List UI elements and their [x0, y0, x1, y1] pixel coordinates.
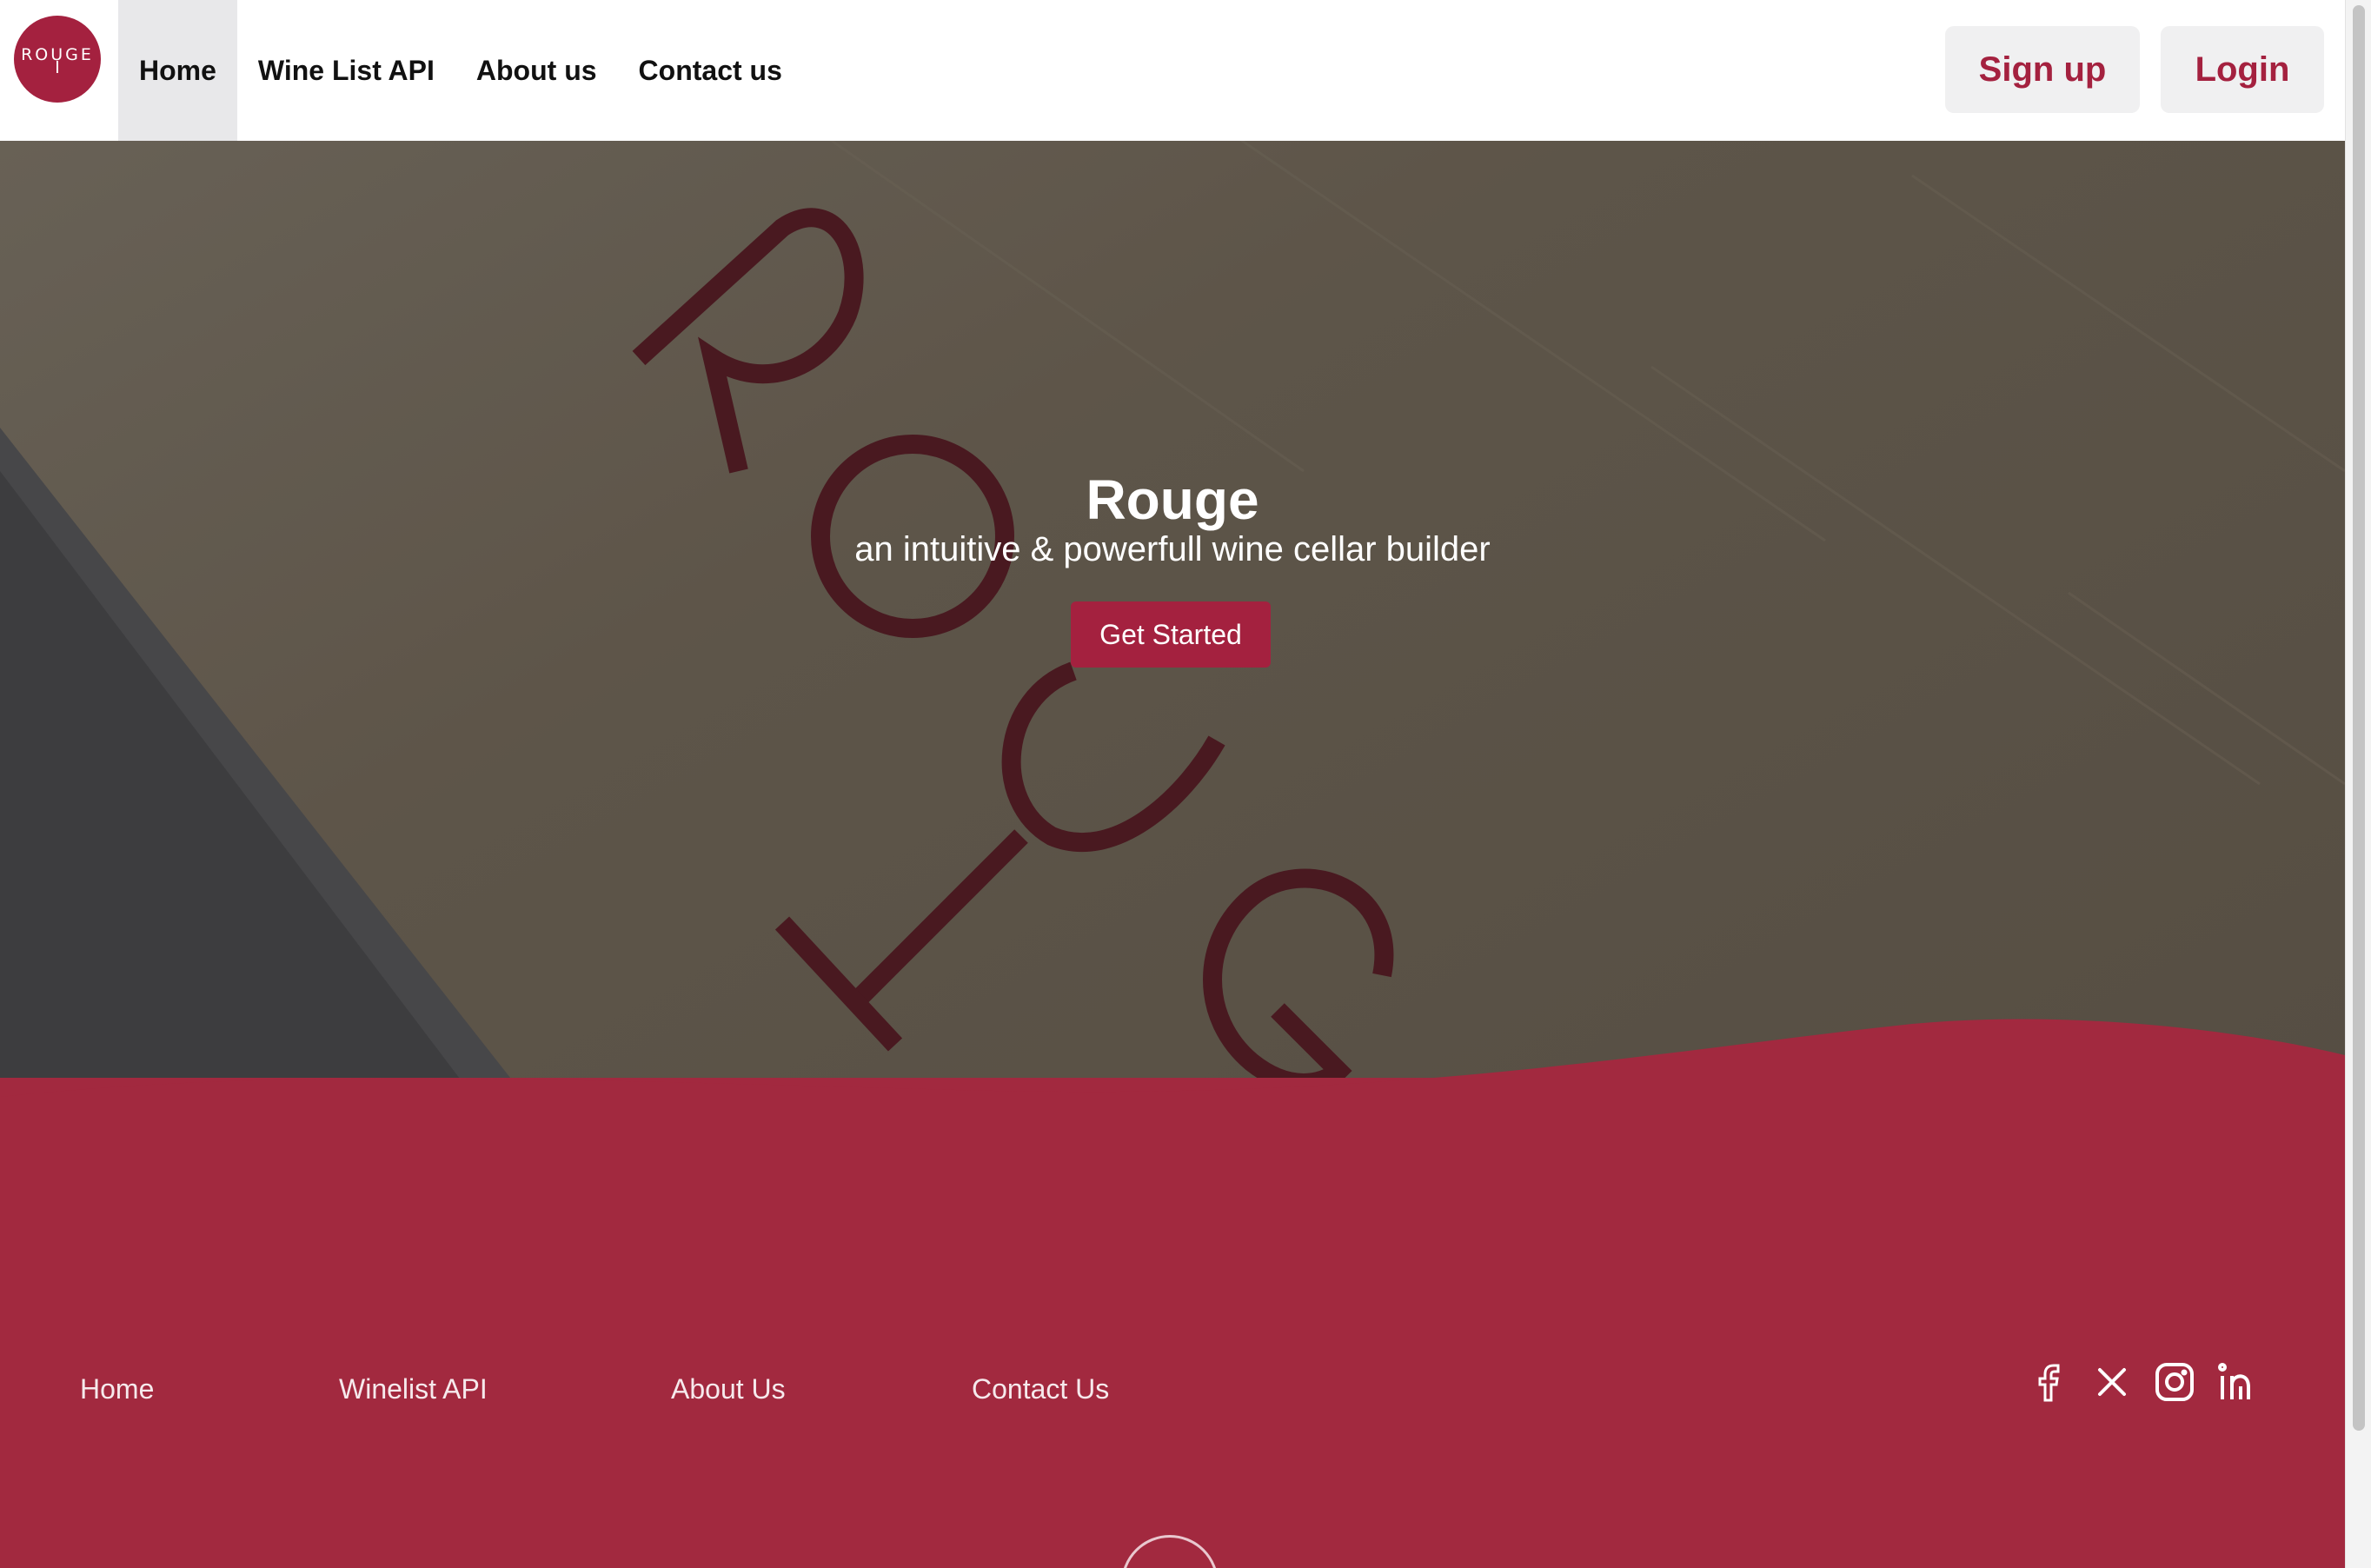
rouge-logo[interactable]: ROUGE — [14, 16, 101, 103]
logo-glass-stem — [56, 61, 58, 73]
login-button[interactable]: Login — [2161, 26, 2324, 113]
top-navbar: ROUGE Home Wine List API About us Contac… — [0, 0, 2345, 141]
scrollbar-thumb[interactable] — [2353, 5, 2365, 1431]
get-started-button[interactable]: Get Started — [1071, 601, 1271, 668]
footer — [0, 1078, 2345, 1568]
page: ROUGE Home Wine List API About us Contac… — [0, 0, 2345, 1568]
vertical-scrollbar[interactable] — [2345, 0, 2371, 1568]
hero-title: Rouge — [1086, 468, 1259, 531]
hero-subtitle: an intuitive & powerfull wine cellar bui… — [854, 530, 1491, 568]
footer-link-contact-us[interactable]: Contact Us — [972, 1373, 1109, 1405]
footer-nav: Home Winelist API About Us Contact Us — [0, 1373, 2345, 1417]
x-icon[interactable] — [2091, 1361, 2133, 1403]
instagram-icon[interactable] — [2154, 1361, 2195, 1403]
facebook-icon[interactable] — [2029, 1361, 2070, 1403]
linkedin-icon[interactable] — [2216, 1361, 2258, 1403]
main-nav: Home Wine List API About us Contact us — [118, 0, 803, 141]
social-links — [2029, 1361, 2258, 1403]
nav-item-contact-us[interactable]: Contact us — [618, 0, 803, 141]
hero-section: Rouge an intuitive & powerfull wine cell… — [0, 141, 2345, 1114]
footer-link-about-us[interactable]: About Us — [671, 1373, 786, 1405]
auth-buttons: Sign up Login — [1945, 26, 2324, 113]
footer-wave-divider — [0, 1019, 2345, 1121]
sign-up-button[interactable]: Sign up — [1945, 26, 2140, 113]
footer-link-winelist-api[interactable]: Winelist API — [339, 1373, 488, 1405]
nav-item-wine-list-api[interactable]: Wine List API — [237, 0, 455, 141]
footer-link-home[interactable]: Home — [80, 1373, 154, 1405]
nav-item-about-us[interactable]: About us — [455, 0, 618, 141]
nav-item-home[interactable]: Home — [118, 0, 237, 141]
